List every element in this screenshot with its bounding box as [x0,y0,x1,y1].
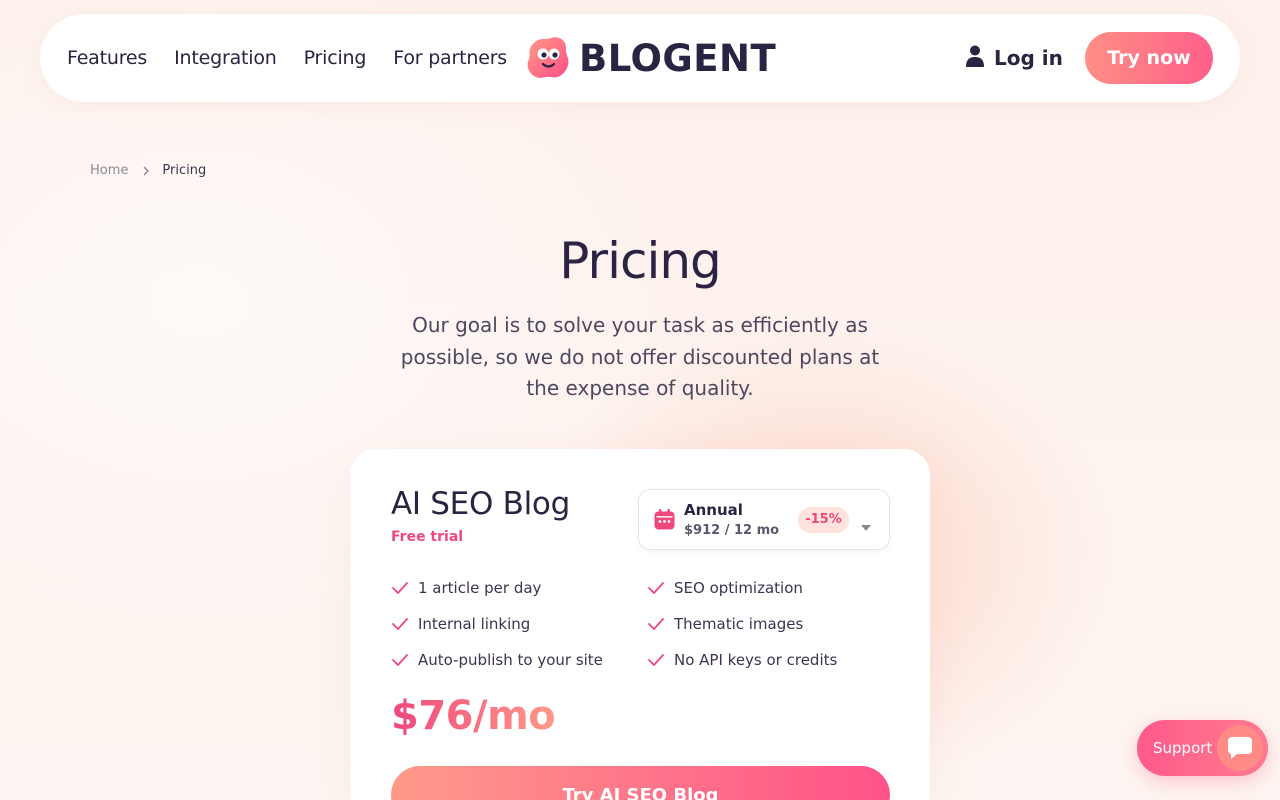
try-ai-seo-blog-button[interactable]: Try AI SEO Blog [391,766,890,800]
discount-badge: -15% [798,507,849,533]
feature-item: Auto-publish to your site [391,651,647,669]
logo-wordmark: BLOGENT [579,36,777,80]
page-title: Pricing [559,232,722,290]
nav-link-for-partners[interactable]: For partners [393,47,507,69]
feature-item: 1 article per day [391,579,647,597]
checkmark-icon [647,579,665,597]
logo-mascot-icon [525,35,571,81]
chat-bubble-icon [1217,725,1263,771]
feature-list: 1 article per day SEO optimization Inter… [391,579,891,669]
feature-label: Internal linking [418,615,531,633]
breadcrumb-home[interactable]: Home [90,163,128,178]
checkmark-icon [391,615,409,633]
checkmark-icon [647,651,665,669]
feature-item: Internal linking [391,615,647,633]
login-label: Log in [994,46,1063,70]
billing-period-label: Annual [684,501,743,519]
chevron-right-icon [142,165,150,176]
checkmark-icon [391,579,409,597]
feature-item: Thematic images [647,615,891,633]
feature-label: Thematic images [674,615,804,633]
breadcrumb-current: Pricing [162,163,207,178]
logo[interactable]: BLOGENT [525,34,776,82]
calendar-icon [654,509,675,534]
login-link[interactable]: Log in [966,44,1063,72]
checkmark-icon [647,615,665,633]
feature-label: SEO optimization [674,579,803,597]
nav-link-features[interactable]: Features [67,47,147,69]
feature-label: No API keys or credits [674,651,838,669]
free-trial-tag: Free trial [391,529,464,545]
nav-link-integration[interactable]: Integration [174,47,277,69]
main-nav: Features Integration Pricing For partner… [67,47,534,69]
caret-down-icon [861,516,871,535]
feature-label: 1 article per day [418,579,542,597]
feature-item: No API keys or credits [647,651,891,669]
pricing-card: AI SEO Blog Free trial Annual $912 / 12 … [350,449,930,800]
support-label: Support [1153,739,1213,757]
try-now-button[interactable]: Try now [1085,32,1213,84]
top-navbar: Features Integration Pricing For partner… [40,14,1240,102]
plan-name: AI SEO Blog [391,486,570,522]
page-subtitle: Our goal is to solve your task as effici… [400,313,880,400]
breadcrumb: Home Pricing [90,163,206,178]
checkmark-icon [391,651,409,669]
nav-link-pricing[interactable]: Pricing [304,47,367,69]
feature-item: SEO optimization [647,579,891,597]
user-icon [966,45,984,71]
support-widget-button[interactable]: Support [1137,720,1268,776]
feature-label: Auto-publish to your site [418,651,603,669]
billing-period-dropdown[interactable]: Annual $912 / 12 mo -15% [638,489,890,550]
billing-period-total: $912 / 12 mo [684,523,780,538]
plan-price: $76/mo [391,693,556,739]
